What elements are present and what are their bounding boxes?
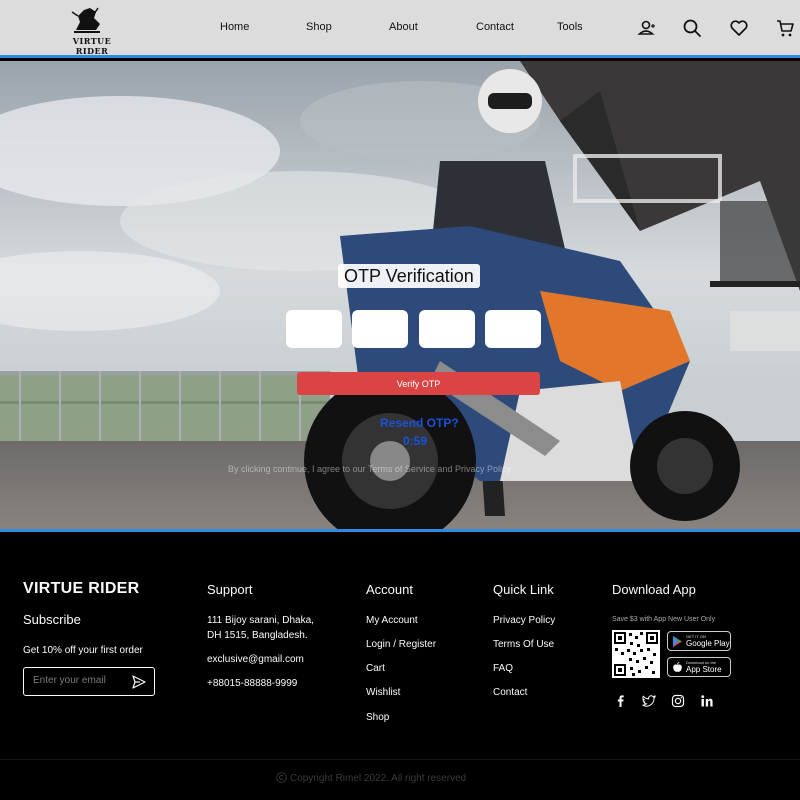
send-icon[interactable] [132, 675, 146, 689]
google-play-label: Google Play [686, 639, 730, 648]
verify-otp-button[interactable]: Verify OTP [297, 372, 540, 395]
support-address-1: 111 Bijoy sarani, Dhaka, [207, 615, 314, 626]
footer-brand: VIRTUE RIDER [23, 580, 140, 597]
nav-contact[interactable]: Contact [476, 21, 514, 33]
facebook-icon[interactable] [613, 694, 627, 708]
support-address-2: DH 1515, Bangladesh. [207, 630, 308, 641]
nav-about[interactable]: About [389, 21, 418, 33]
otp-digit-3[interactable] [419, 310, 475, 348]
resend-otp-link[interactable]: Resend OTP? [380, 416, 459, 430]
account-title: Account [366, 582, 413, 597]
nav-home[interactable]: Home [220, 21, 249, 33]
motorcycle-hero-image [0, 61, 800, 529]
support-phone[interactable]: +88015-88888-9999 [207, 676, 297, 691]
footer-link-faq[interactable]: FAQ [493, 661, 513, 676]
site-header: VIRTUE RIDER Home Shop About Contact Too… [0, 0, 800, 58]
footer-link-my-account[interactable]: My Account [366, 613, 418, 628]
footer-divider [0, 759, 800, 760]
footer-link-contact[interactable]: Contact [493, 685, 527, 700]
account-icon[interactable] [637, 18, 657, 38]
support-title: Support [207, 582, 253, 597]
download-title: Download App [612, 582, 696, 597]
rider-logo-icon [71, 7, 100, 33]
footer-link-shop[interactable]: Shop [366, 710, 389, 725]
brand-logo[interactable]: VIRTUE RIDER [62, 4, 122, 56]
nav-tools[interactable]: Tools [557, 21, 583, 33]
google-play-button[interactable]: GET IT ON Google Play [667, 631, 731, 651]
google-play-icon [673, 636, 682, 647]
subscribe-form [23, 667, 155, 696]
cart-icon[interactable] [775, 18, 795, 38]
copyright-text: Copyright Rimel 2022. All right reserved [290, 773, 467, 784]
footer-link-terms[interactable]: Terms Of Use [493, 637, 554, 652]
footer-link-wishlist[interactable]: Wishlist [366, 685, 400, 700]
instagram-icon[interactable] [671, 694, 685, 708]
resend-timer: 0:59 [403, 434, 428, 448]
subscribe-title: Subscribe [23, 612, 81, 627]
search-icon[interactable] [682, 18, 702, 38]
footer-link-login-register[interactable]: Login / Register [366, 637, 436, 652]
nav-shop[interactable]: Shop [306, 21, 332, 33]
hero-section: OTP Verification Verify OTP Resend OTP? … [0, 61, 800, 532]
footer-link-privacy[interactable]: Privacy Policy [493, 613, 555, 628]
otp-digit-2[interactable] [352, 310, 408, 348]
otp-title: OTP Verification [338, 264, 480, 288]
subscribe-text: Get 10% off your first order [23, 645, 143, 656]
qr-code [612, 630, 660, 678]
site-footer: VIRTUE RIDER Subscribe Get 10% off your … [0, 535, 800, 800]
apple-icon [673, 662, 682, 672]
download-promo: Save $3 with App New User Only [612, 616, 716, 623]
app-store-label: App Store [686, 665, 722, 674]
otp-digit-1[interactable] [286, 310, 342, 348]
terms-notice: By clicking continue, I agree to our Ter… [228, 464, 511, 474]
support-email[interactable]: exclusive@gmail.com [207, 652, 304, 667]
logo-text: VIRTUE RIDER [72, 36, 112, 56]
app-store-button[interactable]: Download on the App Store [667, 657, 731, 677]
heart-icon[interactable] [729, 18, 749, 38]
otp-digit-4[interactable] [485, 310, 541, 348]
linkedin-icon[interactable] [700, 694, 714, 708]
subscribe-email-input[interactable] [33, 675, 123, 686]
copyright: Copyright Rimel 2022. All right reserved [276, 772, 466, 784]
footer-link-cart[interactable]: Cart [366, 661, 385, 676]
quick-link-title: Quick Link [493, 582, 554, 597]
copyright-icon [276, 772, 287, 783]
twitter-icon[interactable] [642, 694, 656, 708]
